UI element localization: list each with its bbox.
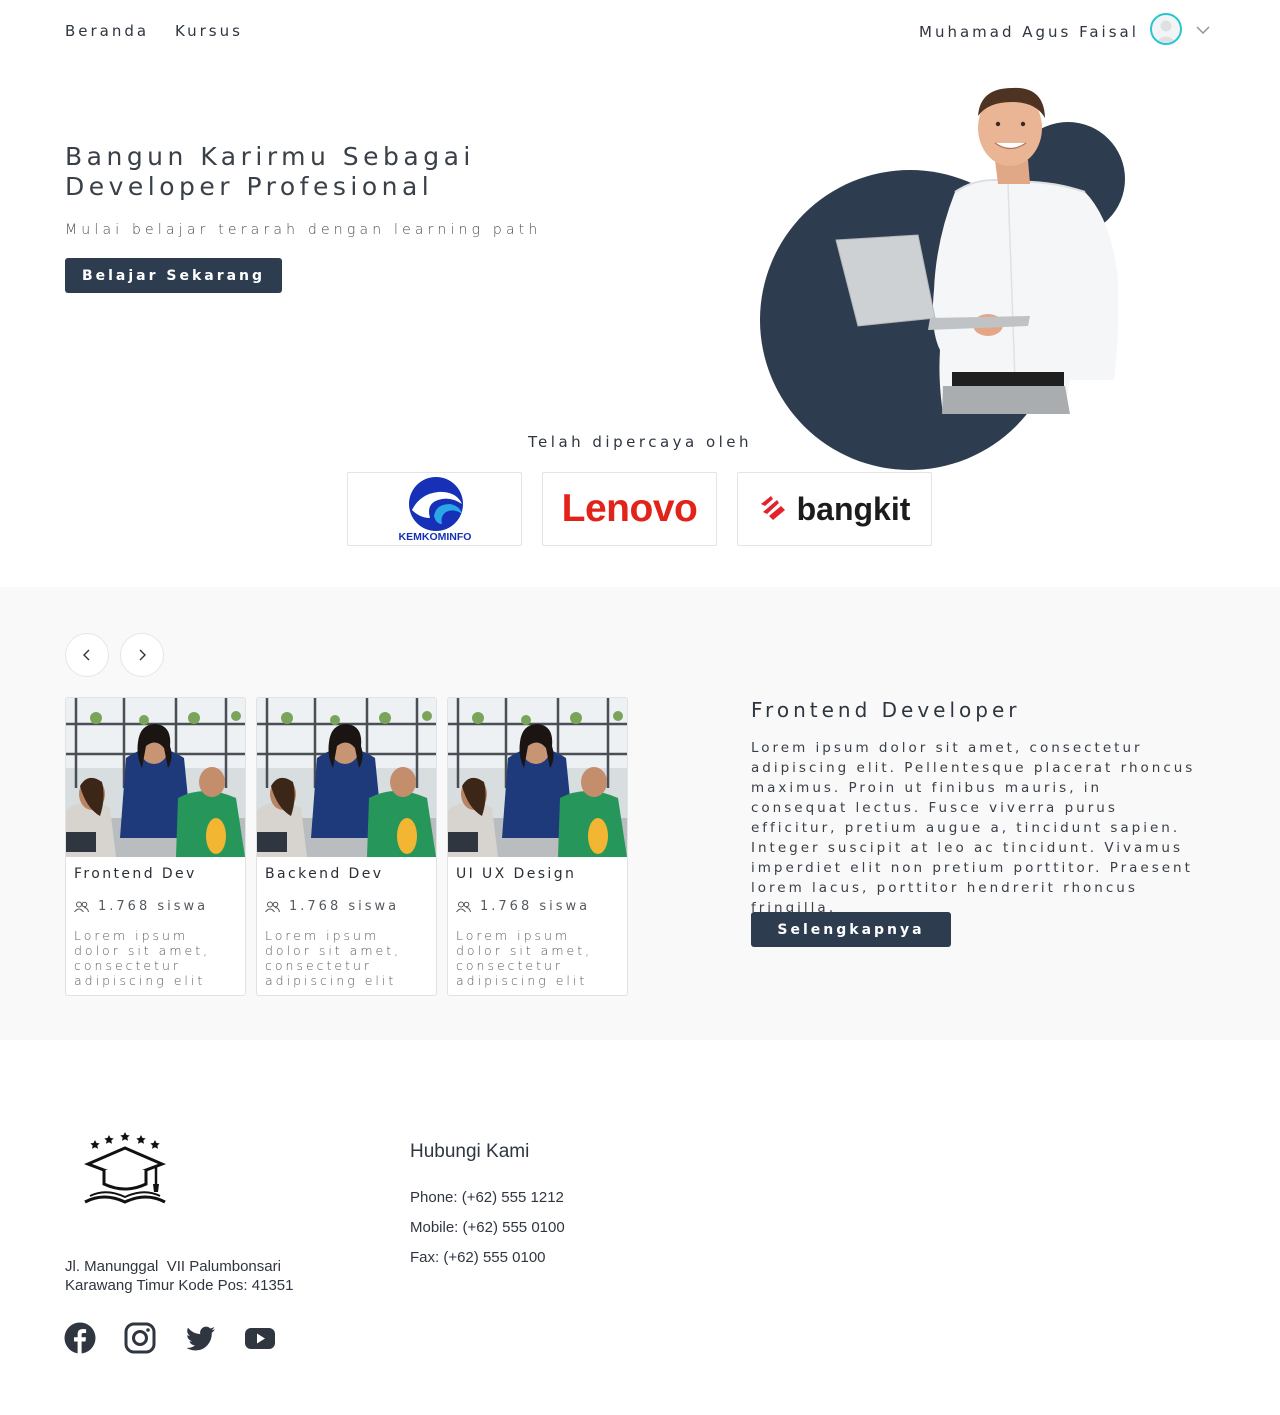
partner-logo-bangkit: bangkit	[737, 472, 932, 546]
avatar[interactable]	[1150, 13, 1182, 45]
contact-mobile: Mobile: (+62) 555 0100	[410, 1219, 565, 1236]
course-card-uiux[interactable]: UI UX Design 1.768 siswa Lorem ipsum dol…	[447, 697, 628, 996]
svg-text:KEMKOMINFO: KEMKOMINFO	[398, 531, 471, 543]
kemkominfo-logo: KEMKOMINFO	[398, 477, 471, 543]
nav-home[interactable]: Beranda	[65, 22, 149, 40]
course-card-backend[interactable]: Backend Dev 1.768 siswa Lorem ipsum dolo…	[256, 697, 437, 996]
user-name[interactable]: Muhamad Agus Faisal	[919, 23, 1139, 41]
address-line-1: Jl. Manunggal VII Palumbonsari	[65, 1258, 281, 1275]
prev-button[interactable]	[65, 633, 109, 677]
course-detail-title: Frontend Developer	[751, 698, 1021, 722]
contact-phone: Phone: (+62) 555 1212	[410, 1189, 564, 1206]
partner-logo-kemkominfo: KEMKOMINFO	[347, 472, 522, 546]
trusted-by-label: Telah dipercaya oleh	[527, 433, 753, 451]
partner-logo-lenovo: Lenovo	[542, 472, 717, 546]
read-more-button[interactable]: Selengkapnya	[751, 912, 951, 947]
graduation-logo-icon	[84, 1132, 166, 1204]
user-avatar-icon	[1155, 20, 1177, 43]
course-students: 1.768 siswa	[456, 899, 590, 914]
next-button[interactable]	[120, 633, 164, 677]
nav-courses[interactable]: Kursus	[175, 22, 243, 40]
course-students: 1.768 siswa	[265, 899, 399, 914]
course-photo	[66, 698, 245, 857]
course-description: Lorem ipsum dolor sit amet, consectetur …	[456, 928, 593, 988]
course-students: 1.768 siswa	[74, 899, 208, 914]
course-card-frontend[interactable]: Frontend Dev 1.768 siswa Lorem ipsum dol…	[65, 697, 246, 996]
course-title: Frontend Dev	[74, 866, 197, 882]
users-icon	[456, 901, 471, 912]
footer-address: Jl. Manunggal VII Palumbonsari Karawang …	[65, 1257, 293, 1295]
chevron-right-icon	[139, 649, 146, 661]
contact-title: Hubungi Kami	[410, 1141, 530, 1162]
chevron-down-icon[interactable]	[1196, 23, 1210, 37]
course-title: UI UX Design	[456, 866, 577, 882]
student-count: 1.768 siswa	[480, 899, 591, 914]
hero-title: Bangun Karirmu Sebagai Developer Profesi…	[65, 142, 475, 201]
start-learning-button[interactable]: Belajar Sekarang	[65, 258, 282, 293]
facebook-icon[interactable]	[64, 1322, 96, 1354]
course-photo	[257, 698, 436, 857]
course-description: Lorem ipsum dolor sit amet, consectetur …	[74, 928, 211, 988]
users-icon	[265, 901, 280, 912]
chevron-left-icon	[83, 649, 90, 661]
course-description: Lorem ipsum dolor sit amet, consectetur …	[265, 928, 402, 988]
hero-illustration	[760, 87, 1125, 470]
contact-fax: Fax: (+62) 555 0100	[410, 1249, 546, 1266]
youtube-icon[interactable]	[244, 1322, 276, 1354]
instagram-icon[interactable]	[124, 1322, 156, 1354]
course-photo	[448, 698, 627, 857]
student-count: 1.768 siswa	[98, 899, 209, 914]
bangkit-mark-icon	[760, 496, 785, 520]
hero-subtitle: Mulai belajar terarah dengan learning pa…	[65, 222, 542, 238]
course-detail-description: Lorem ipsum dolor sit amet, consectetur …	[751, 740, 1196, 916]
course-title: Backend Dev	[265, 866, 384, 882]
twitter-icon[interactable]	[184, 1322, 216, 1354]
users-icon	[74, 901, 89, 912]
student-count: 1.768 siswa	[289, 899, 400, 914]
address-line-2: Karawang Timur Kode Pos: 41351	[65, 1277, 294, 1294]
